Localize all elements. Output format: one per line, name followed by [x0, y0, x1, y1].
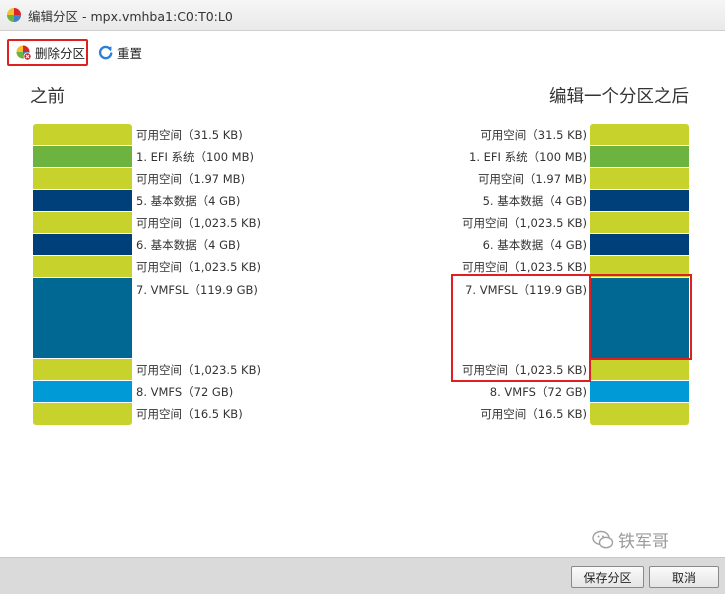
partition-label: 可用空间（1.97 MB) — [477, 172, 587, 186]
partition-label: 可用空间（1,023.5 KB) — [136, 260, 261, 274]
partition-label: 可用空间（31.5 KB) — [480, 128, 587, 142]
partition-segment-free[interactable] — [590, 403, 689, 425]
watermark: 铁军哥 — [592, 527, 669, 552]
reset-button[interactable]: 重置 — [95, 39, 142, 66]
partition-segment-basic[interactable] — [590, 234, 689, 256]
partition-app-icon — [7, 8, 21, 22]
partition-label: 可用空间（1.97 MB) — [136, 172, 246, 186]
partition-label: 1. EFI 系统（100 MB) — [136, 150, 254, 164]
partition-segment-free[interactable] — [590, 359, 689, 381]
partition-label: 8. VMFS（72 GB) — [489, 385, 587, 399]
partition-segment-free[interactable] — [590, 212, 689, 234]
dialog-footer: 保存分区 取消 — [0, 557, 725, 594]
save-partition-button[interactable]: 保存分区 — [571, 566, 644, 588]
partition-label: 可用空间（16.5 KB) — [480, 407, 587, 421]
reset-label: 重置 — [117, 46, 143, 61]
cancel-button[interactable]: 取消 — [649, 566, 719, 588]
partition-segment-vmfs[interactable] — [33, 381, 132, 403]
partition-label: 可用空间（1,023.5 KB) — [136, 363, 261, 377]
partition-segment-free[interactable] — [590, 124, 689, 146]
partition-segment-efi[interactable] — [33, 146, 132, 168]
partition-segment-basic[interactable] — [33, 190, 132, 212]
partition-segment-free[interactable] — [33, 403, 132, 425]
wechat-icon — [592, 530, 614, 548]
partition-segment-free[interactable] — [33, 124, 132, 146]
partition-segment-free[interactable] — [33, 212, 132, 234]
partition-label: 可用空间（1,023.5 KB) — [136, 216, 261, 230]
after-heading: 编辑一个分区之后 — [549, 87, 689, 107]
partition-segment-efi[interactable] — [590, 146, 689, 168]
edited-partition-label-highlight — [451, 274, 591, 382]
edited-partition-bar-highlight[interactable] — [589, 274, 692, 360]
partition-segment-basic[interactable] — [33, 234, 132, 256]
before-heading: 之前 — [30, 87, 65, 107]
partition-label: 可用空间（16.5 KB) — [136, 407, 243, 421]
partition-segment-free[interactable] — [33, 359, 132, 381]
partition-label: 8. VMFS（72 GB) — [136, 385, 234, 399]
partition-segment-basic[interactable] — [590, 190, 689, 212]
partition-label: 1. EFI 系统（100 MB) — [469, 150, 587, 164]
delete-partition-icon — [16, 45, 32, 61]
partition-label: 5. 基本数据（4 GB) — [136, 194, 241, 208]
watermark-text: 铁军哥 — [618, 532, 669, 552]
partition-label: 可用空间（31.5 KB) — [136, 128, 243, 142]
partition-segment-free[interactable] — [33, 256, 132, 278]
partition-labels-before: 可用空间（31.5 KB) 1. EFI 系统（100 MB) 可用空间（1.97 … — [136, 124, 261, 425]
partition-segment-free[interactable] — [33, 168, 132, 190]
refresh-icon — [98, 45, 113, 60]
partition-label: 6. 基本数据（4 GB) — [136, 238, 241, 252]
partition-label: 5. 基本数据（4 GB) — [482, 194, 587, 208]
partition-label: 7. VMFSL（119.9 GB) — [136, 283, 258, 297]
partition-segment-vmfs[interactable] — [590, 381, 689, 403]
window-title: 编辑分区 - mpx.vmhba1:C0:T0:L0 — [28, 8, 233, 24]
partition-segment-free[interactable] — [590, 168, 689, 190]
partition-bar-before — [33, 124, 132, 425]
partition-label: 可用空间（1,023.5 KB) — [462, 216, 587, 230]
delete-partition-button[interactable]: 删除分区 — [7, 39, 88, 66]
partition-label: 6. 基本数据（4 GB) — [482, 238, 587, 252]
title-bar: 编辑分区 - mpx.vmhba1:C0:T0:L0 — [0, 0, 725, 31]
delete-partition-label: 删除分区 — [35, 46, 86, 61]
partition-segment-vmfsl[interactable] — [33, 278, 132, 359]
